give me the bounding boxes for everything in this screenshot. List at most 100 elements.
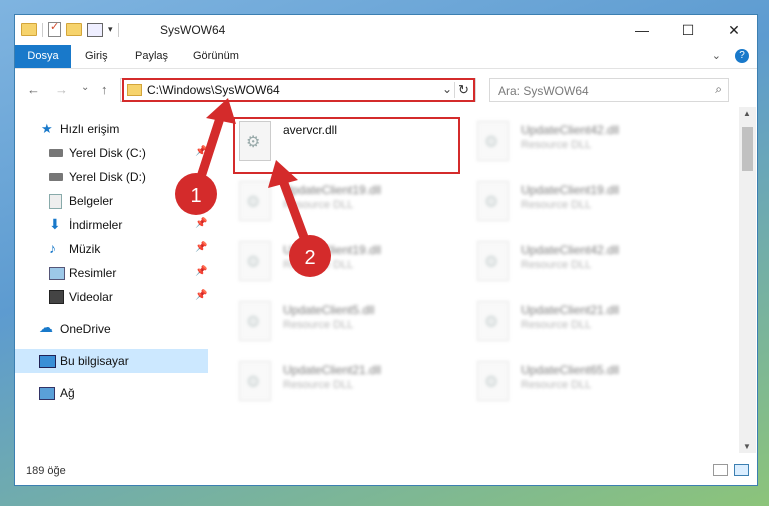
sidebar-item-onedrive[interactable]: ☁ OneDrive	[15, 317, 208, 341]
address-bar[interactable]: C:\Windows\SysWOW64 ⌄ ↻	[120, 78, 476, 102]
file-type: Resource DLL	[521, 379, 592, 391]
file-type: Resource DLL	[521, 199, 592, 211]
sidebar-item-pictures[interactable]: Resimler 📌	[15, 261, 208, 285]
dll-file-icon	[239, 181, 271, 221]
pin-icon[interactable]: 📌	[195, 242, 207, 253]
file-type: Resource DLL	[521, 139, 592, 151]
sidebar-item-label: Yerel Disk (C:)	[69, 146, 146, 160]
file-item[interactable]: UpdateClient19.dll Resource DLL	[239, 181, 459, 231]
navigation-bar: ← → ⌄ ↑ C:\Windows\SysWOW64 ⌄ ↻ Ara: Sys…	[15, 69, 757, 107]
tab-share[interactable]: Paylaş	[135, 45, 168, 68]
search-icon[interactable]: ⌕	[715, 82, 722, 97]
sidebar-item-label: OneDrive	[60, 322, 111, 336]
divider	[117, 22, 119, 37]
expand-ribbon-icon[interactable]: ⌄	[712, 49, 721, 63]
sidebar-item-network[interactable]: Ağ	[15, 381, 208, 405]
status-bar: 189 öğe	[15, 453, 757, 485]
properties-icon[interactable]	[87, 22, 103, 37]
file-item[interactable]: UpdateClient19.dll Resource DLL	[477, 181, 697, 231]
view-toggle	[713, 464, 749, 476]
pin-icon[interactable]: 📌	[195, 218, 207, 229]
file-item[interactable]: UpdateClient19.dll Resource DLL	[239, 241, 459, 291]
file-item[interactable]: UpdateClient21.dll Resource DLL	[477, 301, 697, 351]
sidebar-item-documents[interactable]: Belgeler 📌	[15, 189, 208, 213]
ribbon-right-controls: ⌄ ?	[712, 49, 749, 63]
tab-view[interactable]: Görünüm	[193, 45, 239, 68]
drive-icon	[49, 149, 63, 157]
close-button[interactable]: ✕	[711, 15, 757, 45]
sidebar-item-label: Müzik	[69, 242, 101, 256]
pin-icon[interactable]: 📌	[195, 146, 207, 157]
divider	[42, 22, 43, 37]
pin-icon[interactable]: 📌	[195, 194, 207, 205]
recent-locations-button[interactable]: ⌄	[81, 82, 89, 93]
sidebar-item-this-pc[interactable]: Bu bilgisayar	[15, 349, 208, 373]
folder-icon	[127, 84, 142, 96]
scroll-down-icon[interactable]: ▼	[743, 442, 751, 451]
search-input[interactable]: Ara: SysWOW64	[498, 84, 589, 98]
dll-file-icon	[477, 241, 509, 281]
sidebar-item-label: Hızlı erişim	[60, 122, 120, 136]
pin-icon[interactable]: 📌	[195, 266, 207, 277]
sidebar-item-label: Resimler	[69, 266, 117, 280]
window-controls: — ☐ ✕	[619, 15, 757, 45]
file-item[interactable]: UpdateClient21.dll Resource DLL	[239, 361, 459, 411]
file-name: UpdateClient19.dll	[283, 243, 382, 257]
dll-file-icon	[477, 301, 509, 341]
file-name: UpdateClient19.dll	[283, 183, 382, 197]
file-type: Resource DLL	[283, 199, 354, 211]
sidebar-item-quick-access[interactable]: ★ Hızlı erişim	[15, 117, 208, 141]
ribbon-tabs: Dosya Giriş Paylaş Görünüm ⌄ ?	[15, 45, 757, 69]
address-path[interactable]: C:\Windows\SysWOW64	[147, 83, 280, 97]
sidebar-item-local-disk-d[interactable]: Yerel Disk (D:)	[15, 165, 208, 189]
file-type: Resource DLL	[283, 259, 354, 271]
download-icon: ⬇	[49, 216, 61, 232]
new-folder-icon[interactable]	[66, 23, 82, 36]
back-button[interactable]: ←	[27, 82, 40, 97]
scroll-up-icon[interactable]: ▲	[743, 109, 751, 118]
documents-icon	[49, 194, 62, 209]
file-name: UpdateClient19.dll	[521, 183, 620, 197]
star-icon: ★	[41, 121, 53, 136]
sidebar-item-downloads[interactable]: ⬇ İndirmeler 📌	[15, 213, 208, 237]
navigation-pane: ★ Hızlı erişim Yerel Disk (C:) 📌 Yerel D…	[15, 107, 210, 453]
minimize-button[interactable]: —	[619, 15, 665, 45]
file-item[interactable]: UpdateClient65.dll Resource DLL	[477, 361, 697, 411]
music-icon: ♪	[49, 240, 56, 256]
title-bar: ▾ SysWOW64 — ☐ ✕	[15, 15, 757, 45]
properties-check-icon[interactable]	[48, 20, 61, 37]
file-name: UpdateClient42.dll	[521, 123, 620, 137]
tab-file[interactable]: Dosya	[15, 45, 71, 68]
details-view-icon[interactable]	[713, 464, 728, 476]
file-item[interactable]: UpdateClient42.dll Resource DLL	[477, 121, 697, 171]
sidebar-item-music[interactable]: ♪ Müzik 📌	[15, 237, 208, 261]
quick-access-toolbar: ▾	[21, 20, 119, 37]
sidebar-item-label: Yerel Disk (D:)	[69, 170, 146, 184]
search-box[interactable]: Ara: SysWOW64 ⌕	[489, 78, 729, 102]
computer-icon	[39, 355, 56, 368]
refresh-icon[interactable]: ↻	[454, 82, 472, 98]
file-name: UpdateClient21.dll	[521, 303, 620, 317]
customize-toolbar-icon[interactable]: ▾	[108, 24, 113, 35]
up-button[interactable]: ↑	[101, 82, 108, 97]
file-item[interactable]: UpdateClient5.dll Resource DLL	[239, 301, 459, 351]
vertical-scrollbar[interactable]: ▲ ▼	[739, 107, 756, 453]
dll-file-icon	[477, 121, 509, 161]
sidebar-item-videos[interactable]: Videolar 📌	[15, 285, 208, 309]
forward-button[interactable]: →	[55, 82, 68, 97]
file-highlight-box	[233, 117, 460, 174]
sidebar-item-local-disk-c[interactable]: Yerel Disk (C:) 📌	[15, 141, 208, 165]
sidebar-item-label: Ağ	[60, 386, 75, 400]
maximize-button[interactable]: ☐	[665, 15, 711, 45]
sidebar-item-label: İndirmeler	[69, 218, 123, 232]
tiles-view-icon[interactable]	[734, 464, 749, 476]
file-type: Resource DLL	[521, 259, 592, 271]
pin-icon[interactable]: 📌	[195, 290, 207, 301]
file-item[interactable]: UpdateClient42.dll Resource DLL	[477, 241, 697, 291]
scrollbar-thumb[interactable]	[742, 127, 753, 171]
address-dropdown-icon[interactable]: ⌄	[442, 82, 452, 96]
dll-file-icon	[239, 241, 271, 281]
drive-icon	[49, 173, 63, 181]
tab-home[interactable]: Giriş	[85, 45, 108, 68]
help-icon[interactable]: ?	[735, 49, 749, 63]
